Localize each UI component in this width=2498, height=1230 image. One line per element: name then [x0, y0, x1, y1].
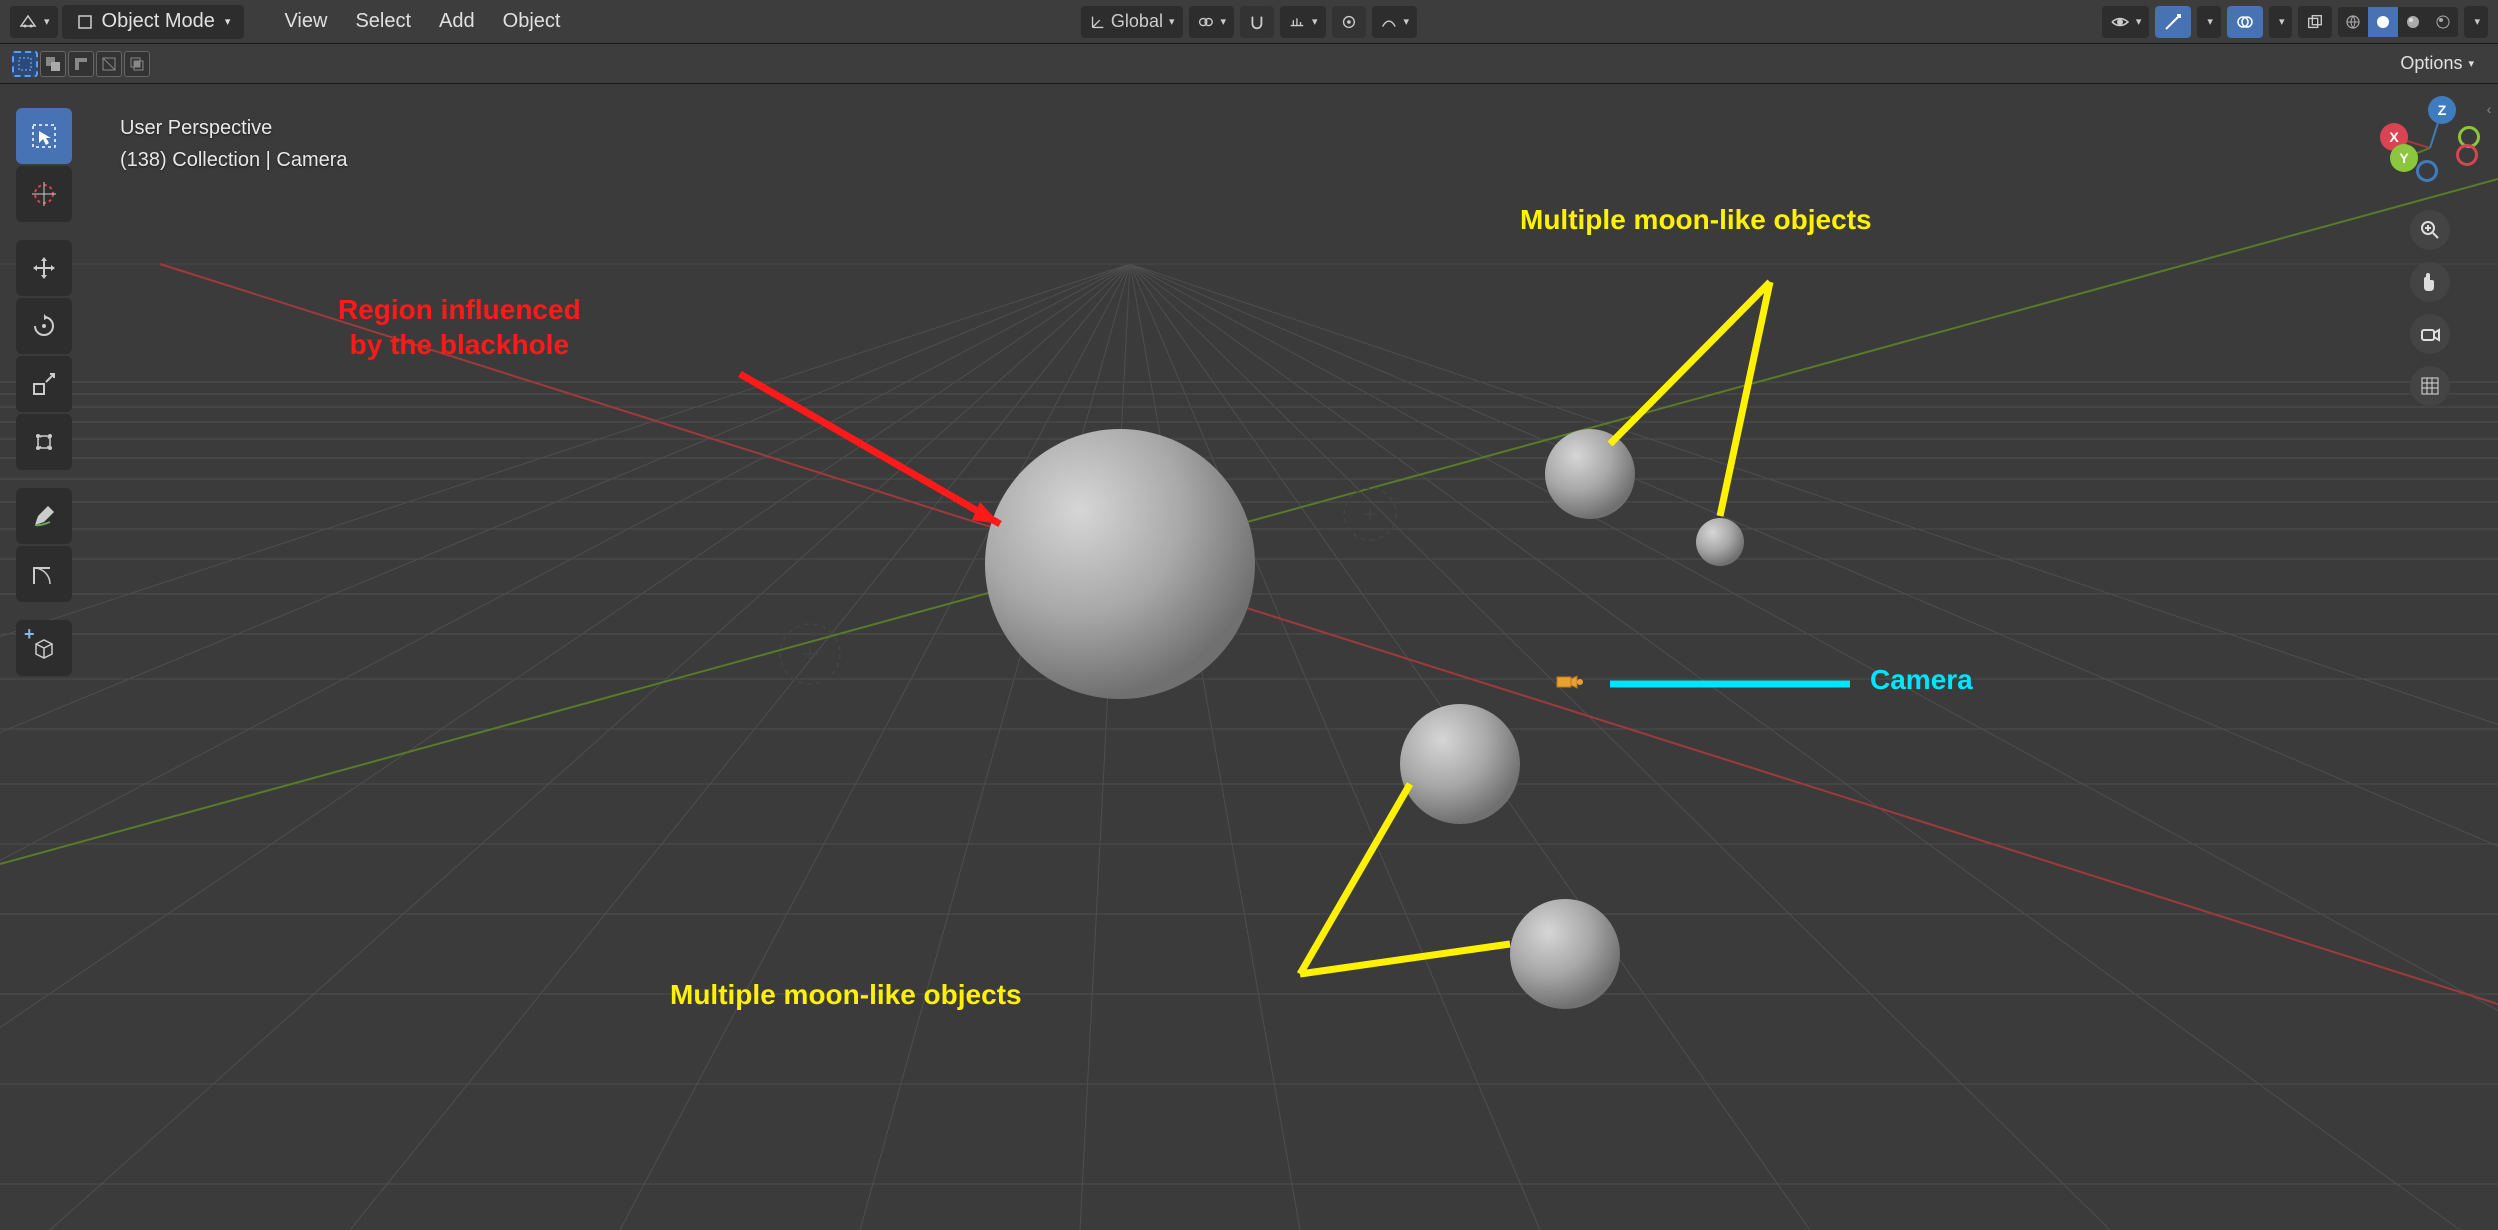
editor-type-dropdown[interactable]: ▾ [10, 6, 58, 38]
shading-rendered[interactable] [2428, 7, 2458, 37]
perspective-label: User Perspective [120, 112, 348, 144]
annotation-text-moons-bottom: Multiple moon-like objects [670, 979, 1022, 1011]
annotation-text-moons-top: Multiple moon-like objects [1520, 204, 1872, 236]
zoom-button[interactable] [2410, 210, 2450, 250]
select-mode-group [12, 51, 150, 77]
camera-view-button[interactable] [2410, 314, 2450, 354]
shading-wireframe[interactable] [2338, 7, 2368, 37]
sphere-moon-top-1 [1545, 429, 1635, 519]
gizmo-neg-x[interactable] [2456, 144, 2478, 166]
xray-toggle[interactable] [2298, 6, 2332, 38]
proportional-falloff-dropdown[interactable]: ▾ [1372, 6, 1418, 38]
gizmo-z-axis[interactable]: Z [2428, 96, 2456, 124]
tool-rotate[interactable] [16, 298, 72, 354]
orientation-label: Global [1111, 11, 1163, 32]
proportional-edit-toggle[interactable] [1332, 6, 1366, 38]
transform-orientation-dropdown[interactable]: Global ▾ [1081, 6, 1183, 38]
overlays-toggle[interactable] [2227, 6, 2263, 38]
sphere-moon-bottom-2 [1510, 899, 1620, 1009]
gizmo-y-axis[interactable]: Y [2390, 144, 2418, 172]
y-axis-line [0, 179, 2498, 864]
shading-material[interactable] [2398, 7, 2428, 37]
sphere-moon-bottom-1 [1400, 704, 1520, 824]
context-label: (138) Collection | Camera [120, 144, 348, 176]
select-mode-intersect[interactable] [124, 51, 150, 77]
tool-transform[interactable] [16, 414, 72, 470]
gizmo-neg-z[interactable] [2416, 160, 2438, 182]
annotation-text-blackhole: Region influenced by the blackhole [338, 292, 581, 362]
select-mode-subtract[interactable] [68, 51, 94, 77]
visibility-dropdown[interactable]: ▾ [2102, 6, 2150, 38]
select-mode-new[interactable] [12, 51, 38, 77]
left-toolbar [16, 108, 72, 676]
pan-button[interactable] [2410, 262, 2450, 302]
mode-label: Object Mode [102, 10, 215, 33]
sphere-moon-top-2 [1696, 518, 1744, 566]
navigation-gizmo[interactable]: Z X Y [2380, 98, 2480, 198]
tool-scale[interactable] [16, 356, 72, 412]
annotation-line-moon-top-2 [1720, 282, 1770, 516]
main-header: ▾ Object Mode ▾ View Select Add Object G… [0, 0, 2498, 44]
annotation-line-moon-top-1 [1610, 282, 1770, 444]
select-mode-invert[interactable] [96, 51, 122, 77]
shading-dropdown[interactable]: ▾ [2464, 6, 2488, 38]
sidebar-expand-tab[interactable]: ‹ [2482, 94, 2496, 124]
overlays-dropdown[interactable]: ▾ [2269, 6, 2293, 38]
empty-object-1 [780, 624, 840, 684]
viewport-3d[interactable]: ‹ [0, 84, 2498, 1230]
annotation-line-moon-bot-1 [1300, 784, 1410, 974]
menu-object[interactable]: Object [491, 4, 573, 39]
scene-canvas [0, 84, 2498, 1230]
annotation-line-moon-bot-2 [1300, 944, 1510, 974]
sphere-blackhole-region [985, 429, 1255, 699]
gizmo-toggle[interactable] [2155, 6, 2191, 38]
options-dropdown[interactable]: Options ▾ [2388, 47, 2486, 80]
header-center: Global ▾ ▾ ▾ ▾ [1081, 6, 1417, 38]
tool-select-box[interactable] [16, 108, 72, 164]
select-mode-extend[interactable] [40, 51, 66, 77]
gizmo-dropdown[interactable]: ▾ [2197, 6, 2221, 38]
menu-select[interactable]: Select [343, 4, 423, 39]
annotation-text-camera: Camera [1870, 664, 1973, 696]
options-label: Options [2400, 53, 2462, 74]
shading-mode-row [2338, 7, 2458, 37]
right-gizmos: Z X Y [2380, 98, 2480, 406]
header-right: ▾ ▾ ▾ ▾ [2102, 6, 2488, 38]
camera-object [1557, 676, 1583, 688]
shading-solid[interactable] [2368, 7, 2398, 37]
pivot-point-dropdown[interactable]: ▾ [1188, 6, 1234, 38]
tool-settings-bar: Options ▾ [0, 44, 2498, 84]
tool-cursor[interactable] [16, 166, 72, 222]
interaction-mode-dropdown[interactable]: Object Mode ▾ [62, 5, 245, 39]
header-left: ▾ Object Mode ▾ View Select Add Object [10, 4, 572, 39]
snap-element-dropdown[interactable]: ▾ [1280, 6, 1326, 38]
viewport-info: User Perspective (138) Collection | Came… [120, 112, 348, 176]
tool-annotate[interactable] [16, 488, 72, 544]
menu-add[interactable]: Add [427, 4, 487, 39]
menu-view[interactable]: View [272, 4, 339, 39]
tool-add-primitive[interactable] [16, 620, 72, 676]
tool-move[interactable] [16, 240, 72, 296]
perspective-toggle-button[interactable] [2410, 366, 2450, 406]
tool-measure[interactable] [16, 546, 72, 602]
snap-toggle[interactable] [1240, 6, 1274, 38]
empty-object-2 [1344, 488, 1396, 540]
